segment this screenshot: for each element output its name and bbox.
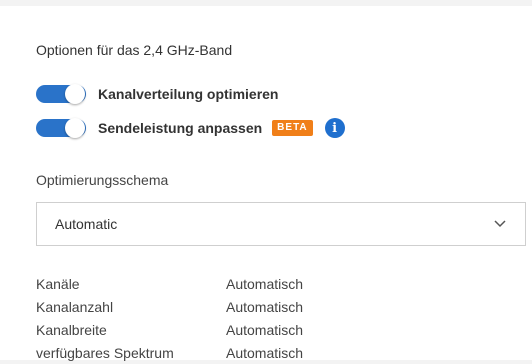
channel-distribution-label: Kanalverteilung optimieren	[98, 86, 279, 102]
details-row: Kanalbreite Automatisch	[36, 318, 303, 341]
scheme-select-value: Automatic	[55, 216, 118, 232]
chevron-down-icon	[493, 217, 507, 231]
details-value: Automatisch	[226, 321, 304, 338]
toggle-knob	[65, 118, 85, 138]
section-title: Optionen für das 2,4 GHz-Band	[36, 42, 233, 58]
channel-distribution-toggle[interactable]	[36, 84, 86, 104]
info-icon[interactable]: i	[324, 118, 345, 138]
details-value: Automatisch	[226, 344, 304, 361]
scheme-select[interactable]: Automatic	[36, 202, 526, 246]
toggle-row-transmit-power: Sendeleistung anpassen BETA i	[36, 117, 345, 139]
scheme-label: Optimierungsschema	[36, 172, 169, 188]
details-row: verfügbares Spektrum Automatisch	[36, 341, 303, 364]
details-table: Kanäle Automatisch Kanalanzahl Automatis…	[36, 272, 303, 364]
toggle-row-channel-distribution: Kanalverteilung optimieren	[36, 83, 278, 105]
beta-badge: BETA	[272, 120, 313, 136]
details-row: Kanalanzahl Automatisch	[36, 295, 303, 318]
details-key: Kanalanzahl	[36, 298, 114, 315]
toggle-knob	[65, 84, 85, 104]
details-row: Kanäle Automatisch	[36, 272, 303, 295]
transmit-power-toggle[interactable]	[36, 118, 86, 138]
details-key: Kanalbreite	[36, 321, 107, 338]
transmit-power-label: Sendeleistung anpassen	[98, 120, 263, 136]
details-key: verfügbares Spektrum	[36, 344, 174, 361]
settings-panel: Optionen für das 2,4 GHz-Band Kanalverte…	[0, 6, 532, 361]
details-value: Automatisch	[226, 298, 304, 315]
details-key: Kanäle	[36, 275, 80, 292]
details-value: Automatisch	[226, 275, 304, 292]
